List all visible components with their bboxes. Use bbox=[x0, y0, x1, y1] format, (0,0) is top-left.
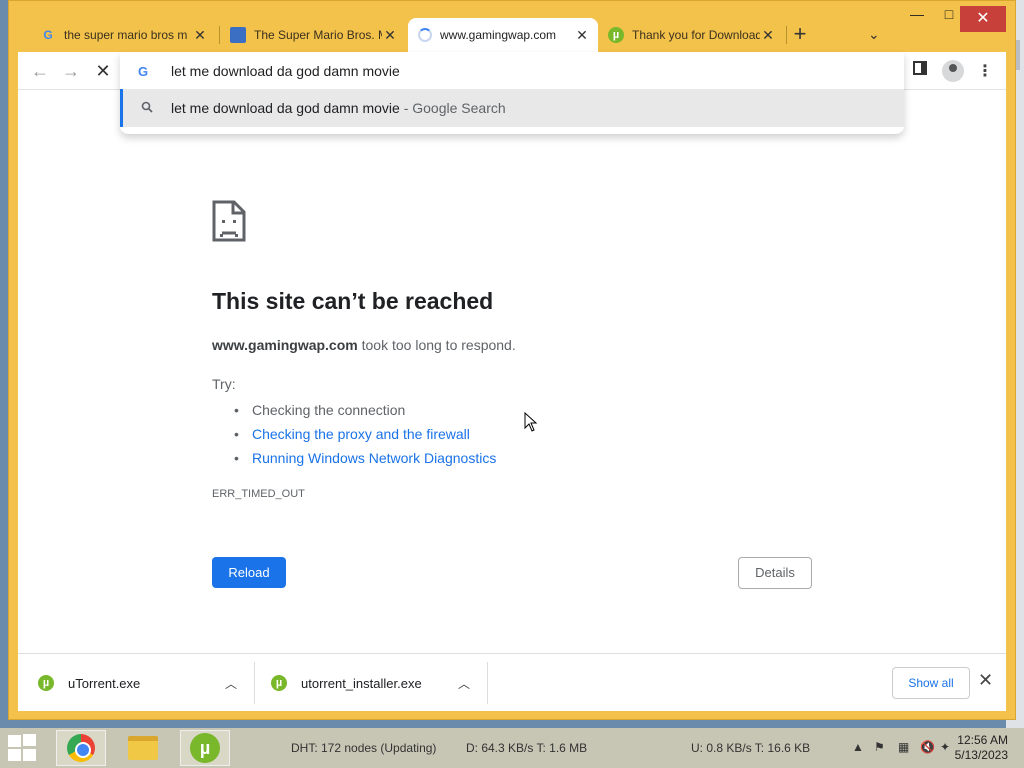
download-filename: uTorrent.exe bbox=[68, 675, 141, 691]
chevron-up-icon[interactable]: ︿ bbox=[458, 675, 470, 692]
error-page: This site can’t be reached www.gamingwap… bbox=[18, 90, 1006, 653]
suggestions-list: Checking the connection Checking the pro… bbox=[234, 398, 496, 470]
google-icon: G bbox=[43, 28, 53, 42]
suggestion-text: let me download da god damn movie bbox=[171, 100, 400, 116]
tab-mario-movie[interactable]: The Super Mario Bros. M ✕ bbox=[220, 18, 406, 52]
close-downloads-icon[interactable]: ✕ bbox=[978, 670, 993, 691]
tab-divider bbox=[786, 26, 787, 44]
download-divider bbox=[487, 662, 488, 704]
clock-date: 5/13/2023 bbox=[954, 748, 1008, 762]
tab-title: www.gamingwap.com bbox=[440, 28, 557, 42]
utorrent-icon: µ bbox=[190, 733, 220, 763]
dht-status: DHT: 172 nodes (Updating) bbox=[291, 741, 437, 755]
tab-title: the super mario bros m bbox=[64, 28, 188, 42]
utorrent-icon: µ bbox=[608, 27, 624, 43]
folder-icon bbox=[128, 736, 158, 760]
error-host: www.gamingwap.com bbox=[212, 337, 358, 353]
chevron-up-icon[interactable]: ︿ bbox=[225, 675, 237, 692]
tip-check-connection: Checking the connection bbox=[234, 398, 496, 422]
profile-avatar-icon[interactable] bbox=[942, 60, 964, 82]
action-center-flag-icon[interactable]: ⚑ bbox=[874, 740, 885, 754]
chrome-taskbar-button[interactable] bbox=[56, 730, 106, 766]
tip-check-proxy-link[interactable]: Checking the proxy and the firewall bbox=[234, 422, 496, 446]
omnibox-input[interactable]: G let me download da god damn movie bbox=[120, 60, 904, 82]
new-tab-button[interactable]: + bbox=[789, 22, 811, 46]
back-button[interactable]: ← bbox=[28, 60, 52, 82]
tab-mario-search[interactable]: G the super mario bros m ✕ bbox=[30, 18, 216, 52]
utorrent-icon: µ bbox=[38, 675, 54, 691]
tab-search-button[interactable]: ⌄ bbox=[868, 26, 880, 43]
tab-utorrent[interactable]: µ Thank you for Download ✕ bbox=[598, 18, 784, 52]
show-all-button[interactable]: Show all bbox=[892, 667, 970, 699]
tip-network-diagnostics-link[interactable]: Running Windows Network Diagnostics bbox=[234, 446, 496, 470]
taskbar: µ DHT: 172 nodes (Updating) D: 64.3 KB/s… bbox=[0, 728, 1024, 768]
reload-button[interactable]: Reload bbox=[212, 557, 286, 588]
loading-spinner-icon bbox=[418, 28, 432, 42]
clock-time: 12:56 AM bbox=[957, 733, 1008, 747]
tab-close-icon[interactable]: ✕ bbox=[760, 27, 776, 44]
close-window-button[interactable]: ✕ bbox=[960, 6, 1006, 32]
stop-button[interactable]: ✕ bbox=[91, 60, 115, 82]
search-icon bbox=[141, 101, 153, 116]
menu-kebab-icon[interactable]: ⋮ bbox=[974, 61, 996, 83]
tray-expand-icon[interactable]: ▲ bbox=[852, 740, 864, 754]
error-desc-rest: took too long to respond. bbox=[357, 337, 516, 353]
downloads-bar: µ uTorrent.exe ︿ µ utorrent_installer.ex… bbox=[18, 653, 1006, 711]
try-label: Try: bbox=[212, 376, 236, 392]
download-item[interactable]: µ utorrent_installer.exe ︿ bbox=[271, 654, 481, 712]
tab-title: The Super Mario Bros. M bbox=[254, 28, 382, 42]
forward-button[interactable]: → bbox=[59, 60, 83, 82]
windows-start-icon[interactable] bbox=[8, 734, 38, 762]
tab-close-icon[interactable]: ✕ bbox=[192, 27, 208, 44]
side-panel-icon[interactable] bbox=[909, 61, 931, 83]
upload-speed: U: 0.8 KB/s T: 16.6 KB bbox=[691, 741, 811, 755]
omnibox-dropdown: G let me download da god damn movie let … bbox=[120, 52, 904, 134]
system-clock[interactable]: 12:56 AM 5/13/2023 bbox=[952, 733, 1008, 763]
omnibox-suggestion[interactable]: let me download da god damn movie - Goog… bbox=[120, 89, 904, 127]
utorrent-taskbar-button[interactable]: µ bbox=[180, 730, 230, 766]
mouse-cursor-icon bbox=[524, 412, 538, 432]
download-divider bbox=[254, 662, 255, 704]
download-filename: utorrent_installer.exe bbox=[301, 675, 422, 691]
omnibox-query[interactable]: let me download da god damn movie bbox=[171, 63, 400, 79]
utorrent-icon: µ bbox=[271, 675, 287, 691]
tab-strip: G the super mario bros m ✕ The Super Mar… bbox=[10, 18, 1010, 52]
suggestion-suffix: - Google Search bbox=[399, 100, 506, 116]
chrome-icon bbox=[67, 734, 95, 762]
download-item[interactable]: µ uTorrent.exe ︿ bbox=[38, 654, 248, 712]
details-button[interactable]: Details bbox=[738, 557, 812, 589]
tab-gamingwap[interactable]: www.gamingwap.com ✕ bbox=[408, 18, 598, 52]
tab-title: Thank you for Download bbox=[632, 28, 760, 42]
network-icon[interactable]: ▦ bbox=[898, 740, 909, 754]
google-icon: G bbox=[138, 63, 149, 79]
error-code: ERR_TIMED_OUT bbox=[212, 488, 305, 500]
sad-page-icon bbox=[212, 200, 246, 242]
mario-icon bbox=[230, 27, 246, 43]
tab-close-icon[interactable]: ✕ bbox=[574, 27, 590, 44]
error-description: www.gamingwap.com took too long to respo… bbox=[212, 337, 516, 353]
minimize-button[interactable]: — bbox=[902, 6, 932, 22]
volume-muted-icon[interactable]: 🔇 bbox=[920, 740, 935, 754]
explorer-taskbar-button[interactable] bbox=[118, 730, 168, 766]
download-speed: D: 64.3 KB/s T: 1.6 MB bbox=[466, 741, 588, 755]
error-title: This site can’t be reached bbox=[212, 288, 494, 314]
twitter-bird-icon[interactable]: ✦ bbox=[940, 740, 950, 754]
tab-close-icon[interactable]: ✕ bbox=[382, 27, 398, 44]
